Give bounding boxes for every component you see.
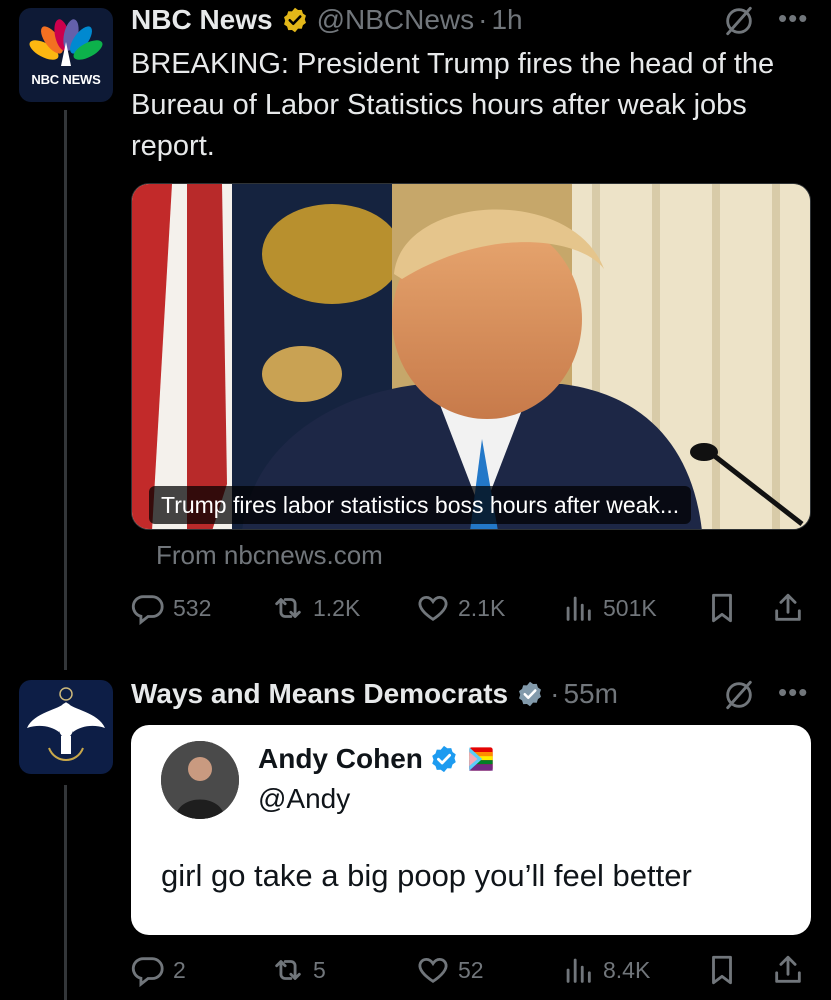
like-button[interactable]: 2.1K xyxy=(416,588,505,628)
bookmark-button[interactable] xyxy=(705,588,739,628)
like-count: 52 xyxy=(458,956,484,983)
views-count: 501K xyxy=(603,594,657,621)
views-icon xyxy=(566,596,591,621)
verified-badge-icon xyxy=(519,681,542,707)
reply-button[interactable]: 532 xyxy=(131,588,211,628)
reply-button[interactable]: 2 xyxy=(131,950,186,990)
tweet2-header: Ways and Means Democrats · 55m xyxy=(131,674,618,714)
quote-avatar-image xyxy=(161,741,239,819)
repost-icon xyxy=(275,960,301,980)
like-count: 2.1K xyxy=(458,594,506,621)
thread-line-2 xyxy=(64,785,67,1000)
link-card[interactable]: Trump fires labor statistics boss hours … xyxy=(131,183,811,530)
quote-author-handle: @Andy xyxy=(258,783,351,814)
timestamp[interactable]: 1h xyxy=(491,4,522,36)
quote-text: girl go take a big poop you’ll feel bett… xyxy=(161,858,692,893)
share-icon xyxy=(775,955,801,983)
card-caption: Trump fires labor statistics boss hours … xyxy=(149,486,692,524)
like-icon xyxy=(418,595,448,621)
share-button[interactable] xyxy=(771,588,805,628)
nbc-news-avatar[interactable]: NBC NEWS xyxy=(19,8,113,102)
thread-line-1 xyxy=(64,110,67,670)
more-icon[interactable]: ••• xyxy=(778,677,808,708)
more-icon[interactable]: ••• xyxy=(778,3,808,34)
views-count: 8.4K xyxy=(603,956,651,983)
verified-badge-icon xyxy=(283,7,306,33)
separator-dot: · xyxy=(550,678,560,709)
grok-icon[interactable] xyxy=(722,678,756,712)
repost-button[interactable]: 1.2K xyxy=(271,588,360,628)
timestamp[interactable]: 55m xyxy=(563,678,617,710)
share-button[interactable] xyxy=(771,950,805,990)
author-handle[interactable]: @NBCNews xyxy=(317,4,475,36)
repost-icon xyxy=(275,598,301,618)
nbc-peacock-icon xyxy=(29,19,103,66)
share-icon xyxy=(775,593,801,621)
author-name[interactable]: NBC News xyxy=(131,4,273,36)
verified-badge-icon xyxy=(432,745,456,773)
eagle-seal-icon xyxy=(27,687,105,761)
views-button[interactable]: 8.4K xyxy=(561,950,650,990)
bookmark-icon xyxy=(712,955,732,985)
tweet1-actions: 532 1.2K 2.1K 501K xyxy=(131,588,811,628)
reply-icon xyxy=(131,957,164,987)
tweet2-actions: 2 5 52 8.4K xyxy=(131,950,811,990)
tweet1-header: NBC News @NBCNews · 1h xyxy=(131,0,523,40)
quote-avatar xyxy=(161,741,239,819)
views-icon xyxy=(566,958,591,983)
nbc-news-logo-text: NBC NEWS xyxy=(31,72,101,87)
repost-button[interactable]: 5 xyxy=(271,950,326,990)
ways-and-means-avatar[interactable] xyxy=(19,680,113,774)
reply-count: 532 xyxy=(173,594,212,621)
reply-icon xyxy=(131,595,164,625)
quote-name-text: Andy Cohen xyxy=(258,743,423,774)
bookmark-icon xyxy=(712,593,732,623)
views-button[interactable]: 501K xyxy=(561,588,657,628)
separator-dot: · xyxy=(478,4,488,35)
repost-count: 5 xyxy=(313,956,326,983)
like-icon xyxy=(418,957,448,983)
card-image xyxy=(132,184,810,529)
quote-author-name: Andy Cohen xyxy=(258,743,495,775)
like-button[interactable]: 52 xyxy=(416,950,484,990)
tweet-text: BREAKING: President Trump fires the head… xyxy=(131,48,775,162)
author-name[interactable]: Ways and Means Democrats xyxy=(131,678,508,710)
grok-icon[interactable] xyxy=(722,4,756,38)
quoted-tweet-image[interactable]: Andy Cohen @Andy girl go take a big poop… xyxy=(131,725,811,935)
repost-count: 1.2K xyxy=(313,594,361,621)
reply-count: 2 xyxy=(173,956,186,983)
bookmark-button[interactable] xyxy=(705,950,739,990)
pride-flag-icon xyxy=(469,747,493,771)
card-source[interactable]: From nbcnews.com xyxy=(156,540,383,571)
